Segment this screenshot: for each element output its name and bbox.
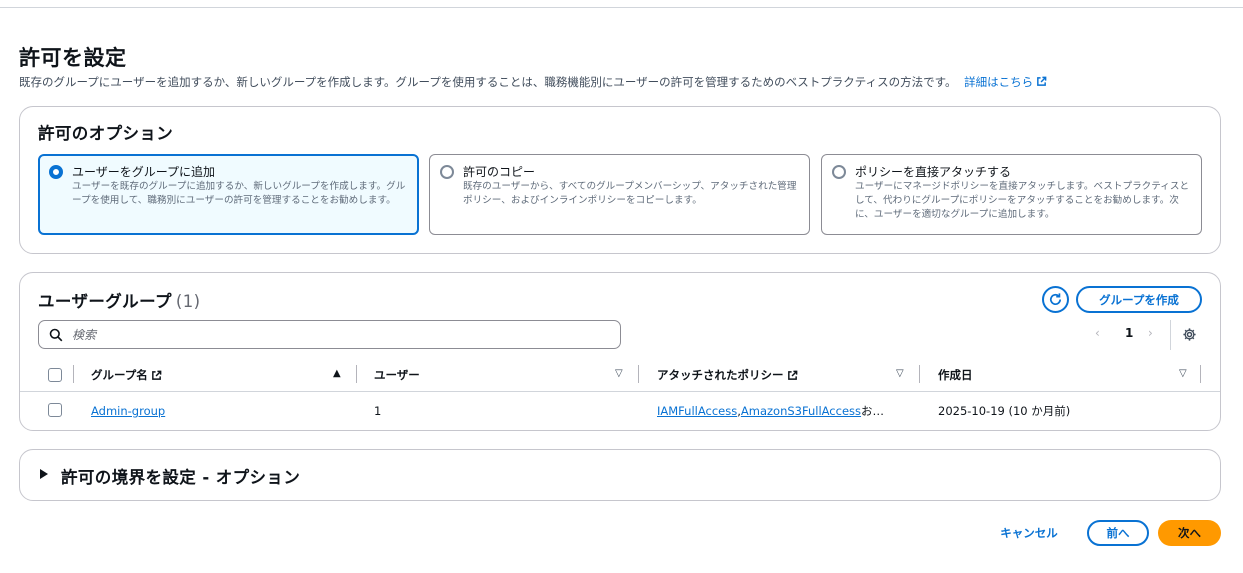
sort-icon[interactable]: ▽ [615, 368, 623, 379]
row-checkbox[interactable] [48, 403, 62, 417]
column-divider[interactable] [919, 365, 920, 383]
radio-unselected-icon[interactable] [832, 165, 846, 179]
caret-right-icon[interactable] [40, 469, 48, 479]
column-header-group-name-label: グループ名 [91, 368, 148, 382]
page-description-text: 既存のグループにユーザーを追加するか、新しいグループを作成します。グループを使用… [19, 75, 957, 89]
user-groups-heading: ユーザーグループ (1) [38, 288, 200, 312]
refresh-icon [1050, 293, 1062, 305]
pagination-divider [1170, 320, 1171, 350]
page-title: 許可を設定 [19, 46, 127, 70]
option-add-to-group[interactable]: ユーザーをグループに追加 ユーザーを既存のグループに追加するか、新しいグループを… [38, 154, 419, 235]
column-divider[interactable] [1200, 365, 1201, 383]
previous-button[interactable]: 前へ [1087, 520, 1149, 546]
policy-more-text: お… [861, 404, 885, 418]
option-add-to-group-label: ユーザーをグループに追加 [72, 165, 216, 179]
option-add-to-group-desc: ユーザーを既存のグループに追加するか、新しいグループを作成します。グループを使用… [72, 181, 406, 206]
column-divider[interactable] [356, 365, 357, 383]
pagination-prev-button[interactable]: ‹ [1095, 326, 1100, 344]
select-all-checkbox[interactable] [48, 368, 62, 382]
search-input[interactable] [72, 325, 602, 345]
external-link-icon [787, 370, 797, 380]
column-divider[interactable] [638, 365, 639, 383]
column-header-attached-policies[interactable]: アタッチされたポリシー [657, 358, 798, 392]
policy-link-iam-full-access[interactable]: IAMFullAccess [657, 404, 737, 418]
option-copy-permissions[interactable]: 許可のコピー 既存のユーザーから、すべてのグループメンバーシップ、アタッチされた… [429, 154, 810, 235]
policy-link-s3-full-access[interactable]: AmazonS3FullAccess [741, 404, 861, 418]
cell-group-name: Admin-group [91, 393, 165, 429]
permission-options-heading: 許可のオプション [38, 124, 174, 143]
option-attach-policies[interactable]: ポリシーを直接アタッチする ユーザーにマネージドポリシーを直接アタッチします。ベ… [821, 154, 1202, 235]
table-row[interactable]: Admin-group 1 IAMFullAccess, AmazonS3Ful… [20, 393, 1220, 429]
cell-users: 1 [374, 404, 382, 418]
table-header: グループ名 ▲ ユーザー ▽ アタッチされたポリシー ▽ 作成日 ▽ [20, 358, 1220, 392]
group-name-link[interactable]: Admin-group [91, 404, 165, 418]
permission-options-card: 許可のオプション ユーザーをグループに追加 ユーザーを既存のグループに追加するか… [19, 106, 1221, 254]
permissions-boundary-title[interactable]: 許可の境界を設定 - オプション [61, 464, 300, 488]
learn-more-label: 詳細はこちら [964, 75, 1034, 89]
column-divider [73, 365, 74, 383]
option-copy-permissions-desc: 既存のユーザーから、すべてのグループメンバーシップ、アタッチされた管理ポリシー、… [463, 181, 797, 206]
cell-created: 2025-10-19 (10 か月前) [938, 404, 1071, 418]
column-header-attached-policies-label: アタッチされたポリシー [657, 368, 784, 382]
column-header-created[interactable]: 作成日 [938, 358, 973, 392]
column-header-users[interactable]: ユーザー [374, 358, 420, 392]
column-header-group-name[interactable]: グループ名 [91, 358, 162, 392]
refresh-button[interactable] [1042, 286, 1069, 313]
pagination-current-page[interactable]: 1 [1125, 326, 1133, 344]
radio-selected-icon[interactable] [49, 165, 63, 179]
top-divider [0, 7, 1243, 8]
cell-attached-policies: IAMFullAccess, AmazonS3FullAccess お… [657, 393, 884, 429]
user-groups-count: (1) [175, 292, 201, 311]
search-icon [49, 328, 63, 342]
sort-icon[interactable]: ▽ [1179, 368, 1187, 379]
page-description: 既存のグループにユーザーを追加するか、新しいグループを作成します。グループを使用… [19, 74, 1047, 90]
sort-ascending-icon[interactable]: ▲ [333, 368, 341, 379]
next-button[interactable]: 次へ [1158, 520, 1221, 546]
external-link-icon [1037, 76, 1047, 86]
option-attach-policies-label: ポリシーを直接アタッチする [855, 165, 1012, 179]
pagination-next-button[interactable]: › [1148, 326, 1153, 344]
learn-more-link[interactable]: 詳細はこちら [964, 75, 1047, 89]
search-field[interactable] [38, 320, 621, 349]
gear-icon[interactable] [1182, 327, 1197, 342]
option-copy-permissions-label: 許可のコピー [463, 165, 536, 179]
radio-unselected-icon[interactable] [440, 165, 454, 179]
sort-icon[interactable]: ▽ [896, 368, 904, 379]
user-groups-title: ユーザーグループ [38, 292, 172, 311]
user-groups-card: ユーザーグループ(1) グループを作成 ‹ 1 › グループ名 ▲ ユーザー ▽… [19, 272, 1221, 431]
external-link-icon [151, 370, 162, 380]
cancel-button[interactable]: キャンセル [988, 520, 1070, 546]
option-attach-policies-desc: ユーザーにマネージドポリシーを直接アタッチします。ベストプラクティスとして、代わ… [855, 181, 1190, 220]
permissions-boundary-section[interactable]: 許可の境界を設定 - オプション [19, 449, 1221, 501]
create-group-button[interactable]: グループを作成 [1076, 286, 1202, 313]
